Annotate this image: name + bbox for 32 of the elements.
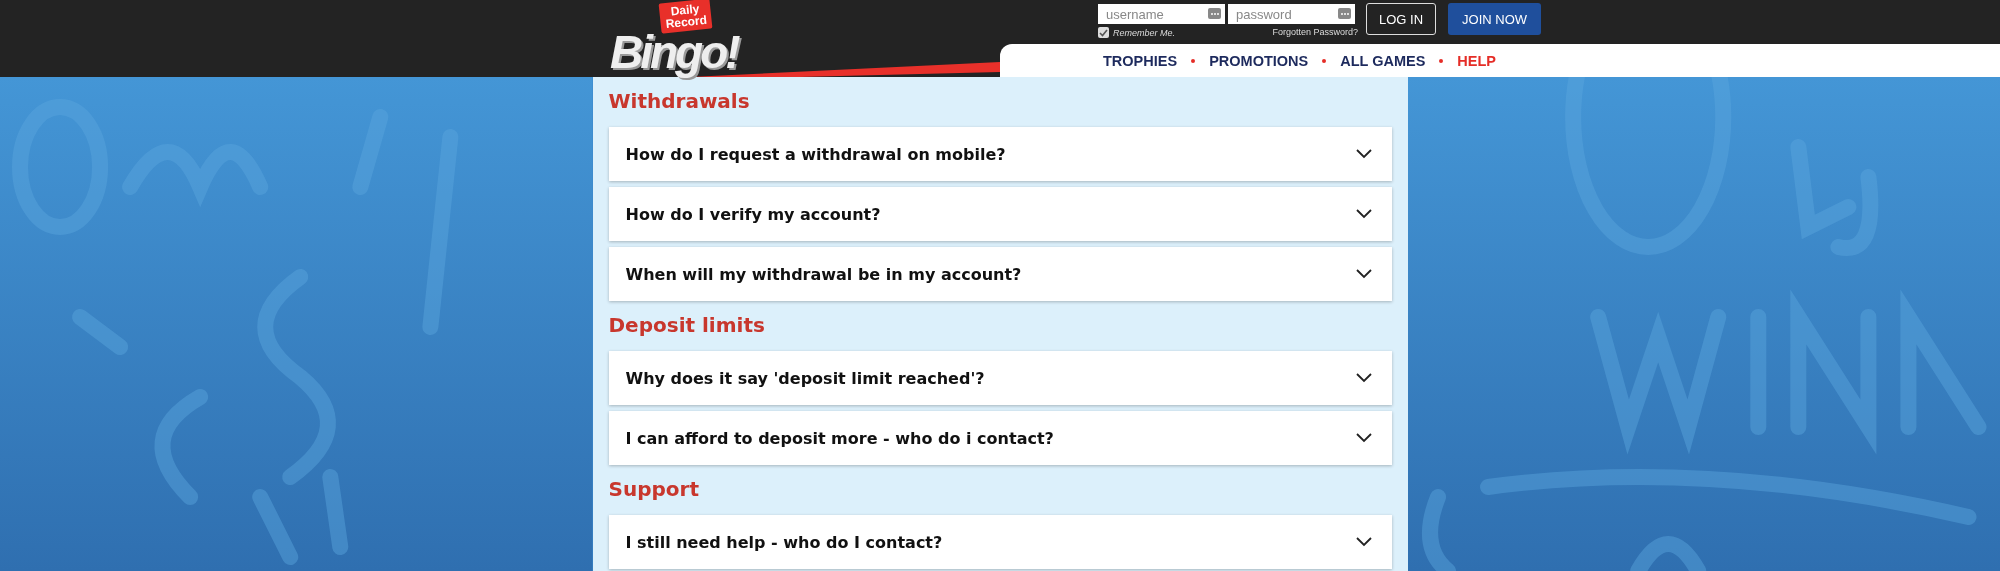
login-button[interactable]: LOG IN — [1366, 3, 1437, 35]
nav-link[interactable]: TROPHIES — [1103, 52, 1178, 69]
separator-dot — [1322, 58, 1327, 63]
dots-icon — [1208, 8, 1221, 19]
faq-question[interactable]: I can afford to deposit more - who do i contact? — [608, 411, 1392, 465]
separator-dot — [1439, 58, 1444, 63]
faq-question[interactable]: How do I request a withdrawal on mobile? — [608, 127, 1392, 181]
chevron-icon — [1355, 373, 1372, 383]
logo-badge: Daily Record — [658, 0, 713, 34]
section-heading: Withdrawals — [608, 91, 751, 111]
separator-dot — [1191, 58, 1196, 63]
nav-link[interactable]: HELP — [1457, 52, 1496, 69]
chevron-icon — [1355, 433, 1372, 443]
faq-question[interactable]: Why does it say 'deposit limit reached'? — [608, 351, 1392, 405]
remember-checkbox[interactable] — [1098, 27, 1109, 38]
chevron-icon — [1355, 269, 1372, 279]
username-field[interactable]: username — [1098, 4, 1225, 24]
remember-label: Remember Me. — [1113, 27, 1175, 38]
faq-question[interactable]: I still need help - who do I contact? — [608, 515, 1392, 569]
chevron-icon — [1355, 537, 1372, 547]
section-heading: Deposit limits — [608, 315, 766, 335]
section-heading: Support — [608, 479, 700, 499]
faq-question[interactable]: How do I verify my account? — [608, 187, 1392, 241]
join-button[interactable]: JOIN NOW — [1448, 3, 1542, 35]
dots-icon — [1338, 8, 1351, 19]
chevron-icon — [1355, 209, 1372, 219]
nav-link[interactable]: PROMOTIONS — [1209, 52, 1309, 69]
chevron-icon — [1355, 149, 1372, 159]
nav-link[interactable]: ALL GAMES — [1340, 52, 1426, 69]
password-field[interactable]: password — [1228, 4, 1355, 24]
faq-question[interactable]: When will my withdrawal be in my account? — [608, 247, 1392, 301]
forgot-password-link[interactable]: Forgotten Password? — [1272, 27, 1358, 37]
